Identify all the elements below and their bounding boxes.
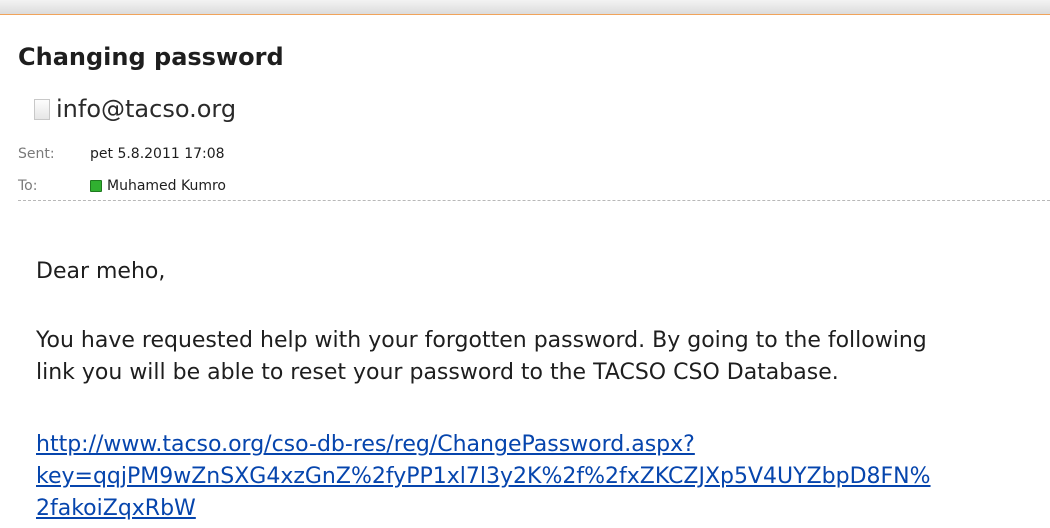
- recipient-name[interactable]: Muhamed Kumro: [107, 178, 226, 194]
- sent-date: pet 5.8.2011 17:08: [90, 146, 225, 162]
- email-subject: Changing password: [18, 43, 284, 71]
- link-line[interactable]: http://www.tacso.org/cso-db-res/reg/Chan…: [36, 429, 931, 461]
- paragraph-line: You have requested help with your forgot…: [36, 328, 927, 353]
- email-paragraph: You have requested help with your forgot…: [36, 325, 927, 389]
- header-divider: [18, 200, 1050, 201]
- presence-unknown-icon: [34, 98, 50, 120]
- link-line[interactable]: 2fakoiZqxRbW: [36, 493, 931, 525]
- email-greeting: Dear meho,: [36, 259, 166, 284]
- sent-label: Sent:: [18, 146, 55, 162]
- paragraph-line: link you will be able to reset your pass…: [36, 360, 839, 385]
- reading-pane-top-bar: [0, 0, 1050, 15]
- sent-row: Sent: pet 5.8.2011 17:08: [18, 144, 225, 164]
- reset-password-link[interactable]: http://www.tacso.org/cso-db-res/reg/Chan…: [36, 429, 931, 525]
- link-line[interactable]: key=qqjPM9wZnSXG4xzGnZ%2fyPP1xl7l3y2K%2f…: [36, 461, 931, 493]
- presence-online-icon: [90, 180, 102, 192]
- sender-address[interactable]: info@tacso.org: [56, 95, 236, 123]
- sender-row[interactable]: info@tacso.org: [34, 94, 236, 124]
- to-row: To: Muhamed Kumro: [18, 176, 226, 196]
- recipient[interactable]: Muhamed Kumro: [90, 178, 226, 194]
- to-label: To:: [18, 178, 38, 194]
